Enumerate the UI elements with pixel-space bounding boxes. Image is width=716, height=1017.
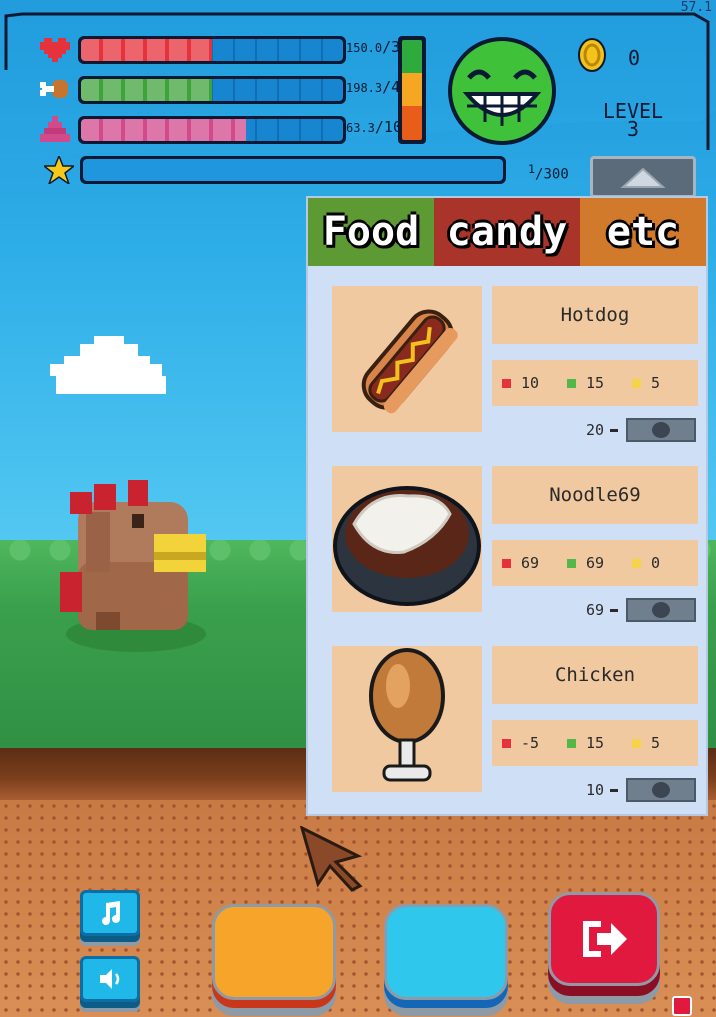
hunger-dot [567, 558, 576, 568]
hunger-dot [567, 378, 576, 388]
item-image [332, 466, 482, 612]
tab-candy[interactable]: candy [434, 198, 580, 266]
item-name: Hotdog [492, 286, 698, 344]
item-name: Noodle69 [492, 466, 698, 524]
exit-button[interactable] [548, 892, 660, 986]
pointer-cursor-icon [299, 826, 363, 892]
item-image [332, 646, 482, 792]
level-indicator: LEVEL 3 [602, 99, 664, 141]
star-icon [44, 156, 74, 184]
energy-dot [632, 738, 641, 748]
hunger-dot [567, 738, 576, 748]
poop-bar [78, 116, 346, 144]
coin-count: 0 [628, 46, 641, 70]
price-row: 20 [586, 418, 697, 442]
chicken-leg-icon [369, 648, 445, 782]
hunger-bar [78, 76, 346, 104]
item-price: 10 [586, 781, 605, 799]
coin-icon [652, 602, 671, 618]
hotdog-icon [361, 309, 458, 414]
pet-chicken[interactable] [56, 472, 226, 662]
energy-dot [632, 558, 641, 568]
cloud [50, 336, 166, 394]
tab-food[interactable]: Food [308, 198, 434, 266]
item-price: 20 [586, 421, 605, 439]
price-row: 10 [586, 778, 697, 802]
buy-button[interactable] [626, 778, 697, 802]
shop-panel: Food candy etc Hotdog 10 15 5 20 Noodle6… [306, 196, 708, 816]
health-bar [78, 36, 346, 64]
heart-icon [40, 38, 70, 62]
item-stats: 10 15 5 [492, 360, 698, 406]
energy-dot [632, 378, 641, 388]
item-stats: -5 15 5 [492, 720, 698, 766]
shop-tabs: Food candy etc [308, 198, 706, 266]
noodle-bowl-icon [333, 486, 481, 606]
play-button[interactable] [384, 904, 508, 1000]
price-row: 69 [586, 598, 697, 622]
coin-icon [578, 38, 606, 72]
item-name: Chicken [492, 646, 698, 704]
health-dot [502, 558, 511, 568]
buy-button[interactable] [626, 418, 697, 442]
item-image [332, 286, 482, 432]
item-stats: 69 69 0 [492, 540, 698, 586]
speaker-icon [100, 969, 120, 989]
shop-item: Chicken -5 15 5 10 [332, 646, 698, 802]
reset-icon[interactable] [672, 996, 692, 1016]
music-note-icon [102, 901, 120, 925]
feed-button[interactable] [212, 904, 336, 1000]
buy-button[interactable] [626, 598, 697, 622]
health-dot [502, 378, 511, 388]
mood-gauge [398, 36, 426, 144]
coin-icon [652, 782, 671, 798]
drumstick-icon [40, 80, 68, 98]
chevron-up-icon [620, 167, 666, 188]
happy-face-icon [448, 37, 556, 145]
exit-icon [583, 921, 627, 957]
item-price: 69 [586, 601, 605, 619]
xp-value: 1/300 [528, 162, 569, 183]
hud-corner-value: 57.1 [680, 0, 712, 15]
tab-etc[interactable]: etc [580, 198, 706, 266]
coin-icon [652, 422, 671, 438]
xp-bar [80, 156, 506, 184]
sound-toggle-button[interactable] [80, 956, 140, 1002]
collapse-panel-button[interactable] [590, 156, 696, 198]
shop-item: Noodle69 69 69 0 69 [332, 466, 698, 622]
shop-item: Hotdog 10 15 5 20 [332, 286, 698, 442]
music-toggle-button[interactable] [80, 890, 140, 936]
health-dot [502, 738, 511, 748]
poop-icon [40, 116, 70, 142]
